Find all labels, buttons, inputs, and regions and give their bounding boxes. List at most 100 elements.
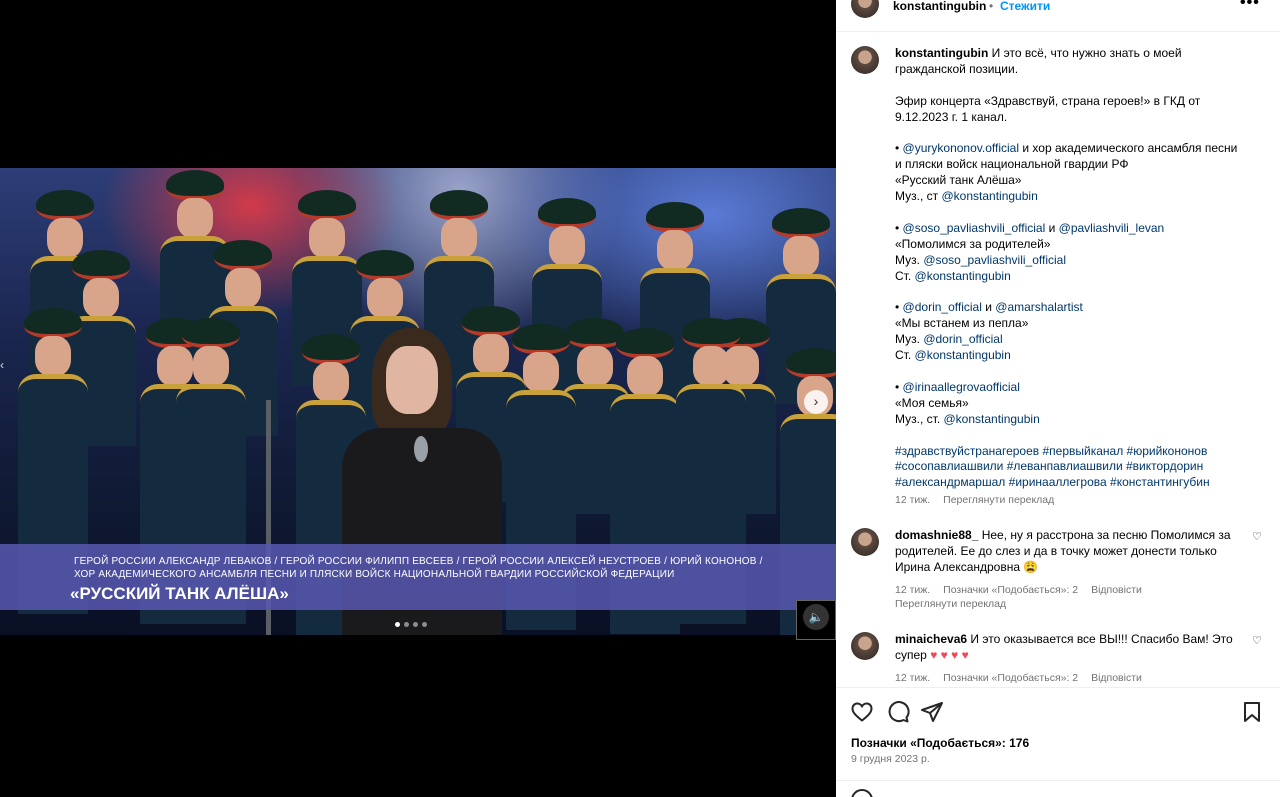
carousel-dot-active	[395, 622, 400, 627]
comment-likes[interactable]: Позначки «Подобається»: 2	[943, 584, 1078, 596]
mention-link[interactable]: @irinaallegrovaofficial	[903, 380, 1020, 394]
mute-toggle-button[interactable]: 🔈	[796, 600, 836, 640]
video-player[interactable]: ГЕРОЙ РОССИИ АЛЕКСАНДР ЛЕВАКОВ / ГЕРОЙ Р…	[0, 168, 836, 635]
carousel-dot	[413, 622, 418, 627]
lower-third-song-title: «РУССКИЙ ТАНК АЛЁША»	[70, 584, 289, 603]
caption-line: гражданской позиции.	[895, 61, 1019, 76]
comment-text: domashnie88_ Нее, ну я расстрона за песн…	[895, 528, 1235, 576]
caption-line: • @irinaallegrovaofficial	[895, 379, 1020, 394]
caption-username[interactable]: konstantingubin	[895, 46, 988, 60]
hashtag-link[interactable]: #первыйканал	[1042, 444, 1123, 458]
chevron-left-icon[interactable]: ‹	[0, 358, 6, 374]
mention-link[interactable]: @konstantingubin	[915, 348, 1011, 362]
caption-line: и пляски войск национальной гвардии РФ	[895, 157, 1129, 172]
caption-line	[895, 428, 1255, 444]
comments-scroll-area[interactable]: konstantingubin И это всё, что нужно зна…	[836, 32, 1280, 687]
post-side-panel: konstantingubin • Стежити ••• konstantin…	[836, 0, 1280, 797]
mention-link[interactable]: @yurykononov.official	[903, 141, 1019, 155]
caption-line	[895, 78, 1255, 94]
reply-button[interactable]: Відповісти	[1091, 584, 1142, 596]
hashtag-link[interactable]: #александрмаршал	[895, 475, 1005, 489]
comment-text: minaicheva6 И это оказывается все ВЫ!!! …	[895, 632, 1235, 664]
caption-line: Эфир концерта «Здравствуй, страна героев…	[895, 93, 1201, 108]
mention-link[interactable]: @konstantingubin	[942, 189, 1038, 203]
mention-link[interactable]: @konstantingubin	[944, 412, 1040, 426]
avatar[interactable]	[851, 46, 879, 74]
save-bookmark-icon[interactable]	[1240, 700, 1264, 724]
post-likes-count[interactable]: Позначки «Подобається»: 176	[851, 736, 1029, 750]
hashtag-link[interactable]: #сосопавлиашвили	[895, 459, 1003, 473]
broadcast-lower-third: ГЕРОЙ РОССИИ АЛЕКСАНДР ЛЕВАКОВ / ГЕРОЙ Р…	[0, 544, 836, 610]
see-translation-link[interactable]: Переглянути переклад	[895, 598, 1006, 610]
mention-link[interactable]: @dorin_official	[923, 332, 1002, 346]
post-date: 9 грудня 2023 р.	[851, 753, 930, 765]
like-comment-heart-icon[interactable]: ♡	[1252, 530, 1262, 543]
caption-line: #сосопавлиашвили #леванпавлиашвили #викт…	[895, 459, 1255, 475]
more-options-icon[interactable]: •••	[1240, 0, 1260, 12]
mention-link[interactable]: @dorin_official	[903, 300, 982, 314]
hashtag-link[interactable]: #здравствуйстранагероев	[895, 444, 1039, 458]
caption-line	[895, 285, 1255, 301]
mention-link[interactable]: @soso_pavliashvili_official	[903, 221, 1046, 235]
mention-link[interactable]: @soso_pavliashvili_official	[923, 253, 1066, 267]
hashtag-link[interactable]: #виктордорин	[1126, 459, 1203, 473]
mention-link[interactable]: @amarshalartist	[995, 300, 1083, 314]
avatar[interactable]	[851, 0, 879, 18]
mention-link[interactable]: @konstantingubin	[915, 269, 1011, 283]
carousel-indicator	[395, 622, 427, 627]
caption-line: Муз., ст @konstantingubin	[895, 189, 1038, 204]
caption-meta: 12 тиж. Переглянути переклад	[895, 494, 1064, 506]
avatar[interactable]	[851, 632, 879, 660]
heart-emojis: ♥ ♥ ♥ ♥	[930, 647, 969, 662]
caption-line: konstantingubin И это всё, что нужно зна…	[895, 46, 1182, 60]
avatar[interactable]	[851, 528, 879, 556]
add-comment-bar	[836, 780, 1280, 797]
caption-line: Ст. @konstantingubin	[895, 268, 1011, 283]
chevron-right-icon[interactable]: ›	[804, 390, 828, 414]
media-area: ГЕРОЙ РОССИИ АЛЕКСАНДР ЛЕВАКОВ / ГЕРОЙ Р…	[0, 0, 836, 797]
comment-likes[interactable]: Позначки «Подобається»: 2	[943, 672, 1078, 684]
follow-button[interactable]: Стежити	[1000, 0, 1050, 13]
share-send-icon[interactable]	[920, 700, 944, 724]
comment-time: 12 тиж.	[895, 584, 931, 596]
reply-button[interactable]: Відповісти	[1091, 672, 1142, 684]
caption-line: • @dorin_official и @amarshalartist	[895, 300, 1083, 315]
post-actions: Позначки «Подобається»: 176 9 грудня 202…	[836, 687, 1280, 780]
caption-line	[895, 364, 1255, 380]
author-username[interactable]: konstantingubin	[893, 0, 986, 13]
caption-line: Муз. @soso_pavliashvili_official	[895, 252, 1067, 267]
mention-link[interactable]: @pavliashvili_levan	[1059, 221, 1165, 235]
caption-line: #здравствуйстранагероев #первыйканал #юр…	[895, 444, 1255, 460]
post-caption: konstantingubin И это всё, что нужно зна…	[895, 46, 1255, 491]
caption-line: 9.12.2023 г. 1 канал.	[895, 109, 1008, 124]
hashtag-link[interactable]: #юрийкононов	[1127, 444, 1208, 458]
caption-line: «Русский танк Алёша»	[895, 173, 1022, 188]
comment-username[interactable]: domashnie88_	[895, 528, 978, 542]
caption-line: • @yurykononov.official и хор академичес…	[895, 141, 1238, 156]
lower-third-credits-line-2: ХОР АКАДЕМИЧЕСКОГО АНСАМБЛЯ ПЕСНИ И ПЛЯС…	[74, 569, 675, 580]
lower-third-credits-line-1: ГЕРОЙ РОССИИ АЛЕКСАНДР ЛЕВАКОВ / ГЕРОЙ Р…	[74, 556, 763, 567]
caption-line	[895, 205, 1255, 221]
caption-line: Муз. @dorin_official	[895, 332, 1003, 347]
hashtag-link[interactable]: #иринааллегрова	[1009, 475, 1107, 489]
like-comment-heart-icon[interactable]: ♡	[1252, 634, 1262, 647]
caption-line: «Моя семья»	[895, 395, 969, 410]
hashtag-link[interactable]: #леванпавлиашвили	[1007, 459, 1123, 473]
hashtag-link[interactable]: #константингубин	[1110, 475, 1210, 489]
post-header: konstantingubin • Стежити •••	[836, 0, 1280, 32]
caption-line	[895, 126, 1255, 142]
comment-bubble-icon[interactable]	[886, 700, 910, 724]
caption-line: Ст. @konstantingubin	[895, 348, 1011, 363]
see-translation-link[interactable]: Переглянути переклад	[943, 494, 1054, 506]
caption-line: «Помолимся за родителей»	[895, 236, 1051, 251]
emoji-icon[interactable]	[851, 789, 873, 797]
like-heart-icon[interactable]	[850, 700, 874, 724]
caption-line: Муз., ст. @konstantingubin	[895, 411, 1040, 426]
caption-line: #александрмаршал #иринааллегрова #конста…	[895, 475, 1255, 491]
speaker-icon: 🔈	[803, 604, 829, 630]
comment-time: 12 тиж.	[895, 672, 931, 684]
caption-time: 12 тиж.	[895, 494, 931, 506]
separator: •	[989, 0, 994, 13]
instagram-post-view: ГЕРОЙ РОССИИ АЛЕКСАНДР ЛЕВАКОВ / ГЕРОЙ Р…	[0, 0, 1280, 797]
comment-username[interactable]: minaicheva6	[895, 632, 967, 646]
